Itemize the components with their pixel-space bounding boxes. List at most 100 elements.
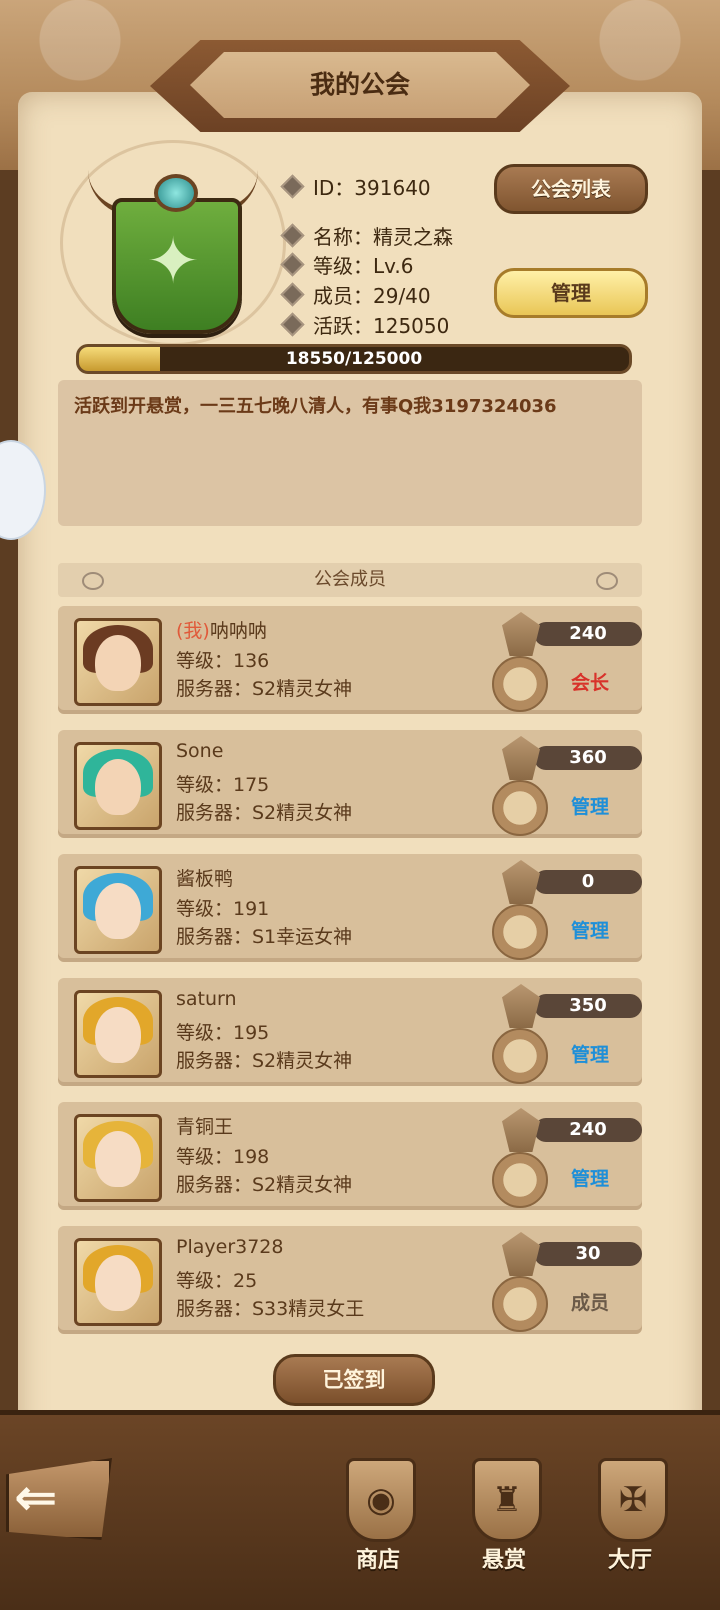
guild-notice-box[interactable]: 活跃到开悬赏，一三五七晚八清人，有事Q我3197324036: [58, 380, 642, 526]
member-level: 等级：195: [176, 1022, 270, 1044]
crossed-swords-icon: [492, 904, 548, 960]
diamond-icon: [280, 311, 305, 337]
rank-wings-icon: [502, 1232, 540, 1276]
crossed-swords-icon: [492, 656, 548, 712]
member-name-text: saturn: [176, 988, 237, 1010]
member-name: 青铜王: [176, 1112, 233, 1139]
crossed-swords-icon: [492, 1276, 548, 1332]
guild-notice-text: 活跃到开悬赏，一三五七晚八清人，有事Q我3197324036: [74, 396, 557, 417]
member-activity-score: 240: [534, 622, 642, 646]
member-name: saturn: [176, 988, 237, 1010]
member-level: 等级：198: [176, 1146, 270, 1168]
avatar-face: [95, 1255, 141, 1311]
member-name-text: Player3728: [176, 1236, 284, 1258]
member-server: 服务器：S2精灵女神: [176, 1174, 353, 1196]
rank-wings-icon: [502, 736, 540, 780]
member-activity-score: 360: [534, 746, 642, 770]
bounty-helmet-icon: ♜: [472, 1458, 542, 1542]
member-name-text: Sone: [176, 740, 224, 762]
rank-wings-icon: [502, 860, 540, 904]
activity-progress-bar: 18550/125000: [76, 344, 632, 374]
manage-button[interactable]: 管理: [494, 268, 648, 318]
member-name: (我)呐呐呐: [176, 616, 267, 643]
avatar-face: [95, 883, 141, 939]
avatar-face: [95, 1007, 141, 1063]
nav-bounty[interactable]: ♜ 悬赏: [454, 1458, 554, 1598]
guild-list-button[interactable]: 公会列表: [494, 164, 648, 214]
rank-wings-icon: [502, 1108, 540, 1152]
guild-name: 名称：精灵之森: [313, 224, 453, 249]
diamond-icon: [280, 222, 305, 248]
avatar[interactable]: [74, 1238, 162, 1326]
members-section-title: 公会成员: [314, 569, 386, 590]
crossed-swords-icon: [492, 1028, 548, 1084]
avatar-face: [95, 759, 141, 815]
member-role: 会长: [570, 672, 609, 694]
guild-name-row: 名称：精灵之森: [280, 221, 453, 249]
member-card[interactable]: saturn 等级：195 服务器：S2精灵女神 350 管理: [58, 978, 642, 1086]
ornament-icon: [596, 572, 618, 590]
member-role: 管理: [570, 1044, 609, 1066]
hall-banner-icon: ✠: [598, 1458, 668, 1542]
member-level: 等级：25: [176, 1270, 258, 1292]
member-name: Player3728: [176, 1236, 283, 1258]
avatar[interactable]: [74, 990, 162, 1078]
avatar[interactable]: [74, 1114, 162, 1202]
member-role: 成员: [570, 1292, 609, 1314]
back-arrow-icon: ⇐: [14, 1468, 58, 1528]
member-card[interactable]: (我)呐呐呐 等级：136 服务器：S2精灵女神 240 会长: [58, 606, 642, 714]
progress-text: 18550/125000: [285, 349, 423, 369]
nav-shop[interactable]: ◉ 商店: [328, 1458, 428, 1598]
guild-id-row: ID：391640: [280, 172, 431, 200]
member-level: 等级：136: [176, 650, 270, 672]
rank-wings-icon: [502, 612, 540, 656]
member-name-text: 酱板鸭: [176, 868, 234, 890]
nav-hall[interactable]: ✠ 大厅: [580, 1458, 680, 1598]
member-name: 酱板鸭: [176, 864, 233, 891]
member-server: 服务器：S2精灵女神: [176, 678, 353, 700]
guild-members: 成员：29/40: [313, 283, 431, 308]
member-level: 等级：175: [176, 774, 270, 796]
crossed-swords-icon: [492, 780, 548, 836]
nav-shop-label: 商店: [355, 1548, 400, 1573]
rank-wings-icon: [502, 984, 540, 1028]
member-name-text: 青铜王: [176, 1116, 234, 1138]
nav-hall-label: 大厅: [607, 1548, 652, 1573]
gem-icon: [154, 174, 198, 212]
member-card[interactable]: 酱板鸭 等级：191 服务器：S1幸运女神 0 管理: [58, 854, 642, 962]
avatar[interactable]: [74, 866, 162, 954]
guild-level-row: 等级：Lv.6: [280, 250, 414, 278]
guild-members-row: 成员：29/40: [280, 280, 431, 308]
crossed-swords-icon: [492, 1152, 548, 1208]
avatar[interactable]: [74, 618, 162, 706]
diamond-icon: [280, 281, 305, 307]
diamond-icon: [280, 173, 305, 199]
shop-bag-icon: ◉: [346, 1458, 416, 1542]
member-card[interactable]: 青铜王 等级：198 服务器：S2精灵女神 240 管理: [58, 1102, 642, 1210]
avatar-face: [95, 1131, 141, 1187]
member-card[interactable]: Player3728 等级：25 服务器：S33精灵女王 30 成员: [58, 1226, 642, 1334]
member-role: 管理: [570, 920, 609, 942]
member-server: 服务器：S2精灵女神: [176, 1050, 353, 1072]
page-title: 我的公会: [309, 70, 410, 99]
members-section-header: 公会成员: [58, 563, 642, 597]
member-activity-score: 30: [534, 1242, 642, 1266]
guild-activity-row: 活跃：125050: [280, 310, 450, 338]
member-server: 服务器：S2精灵女神: [176, 802, 353, 824]
member-activity-score: 350: [534, 994, 642, 1018]
member-card[interactable]: Sone 等级：175 服务器：S2精灵女神 360 管理: [58, 730, 642, 838]
member-level: 等级：191: [176, 898, 270, 920]
me-tag: (我): [176, 620, 210, 642]
member-activity-score: 0: [534, 870, 642, 894]
diamond-icon: [280, 251, 305, 277]
member-server: 服务器：S1幸运女神: [176, 926, 353, 948]
deer-icon: ✦: [146, 225, 200, 299]
guild-id: ID：391640: [313, 175, 431, 200]
member-role: 管理: [570, 1168, 609, 1190]
guild-level: 等级：Lv.6: [313, 253, 414, 278]
member-name: Sone: [176, 740, 223, 762]
signed-in-button[interactable]: 已签到: [273, 1354, 435, 1406]
guild-activity: 活跃：125050: [313, 313, 450, 338]
avatar[interactable]: [74, 742, 162, 830]
member-name-text: 呐呐呐: [209, 620, 267, 642]
